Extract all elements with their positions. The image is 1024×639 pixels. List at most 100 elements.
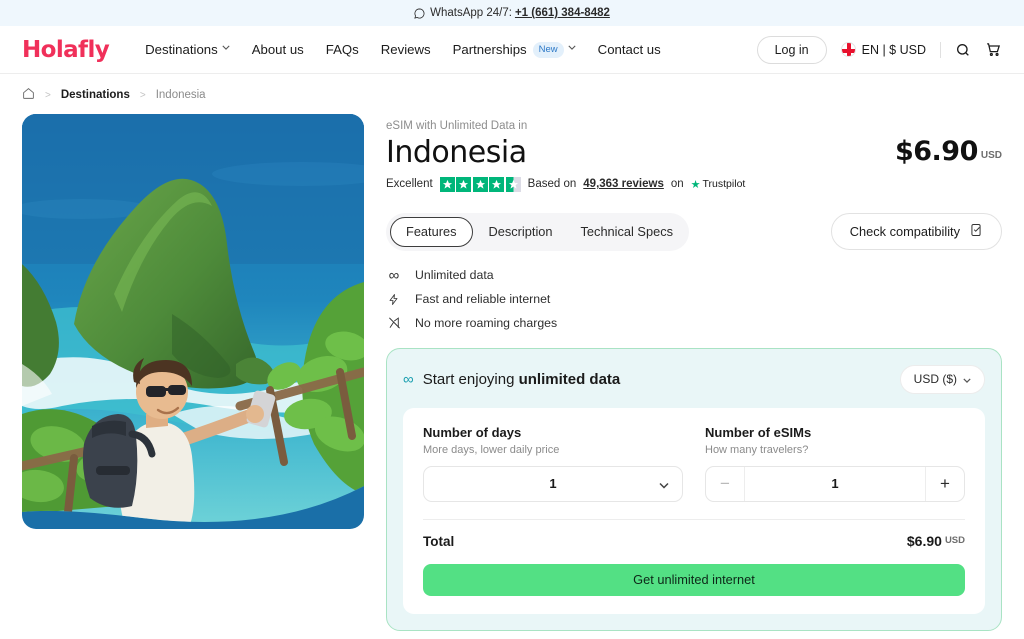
product-tabs: Features Description Technical Specs [386, 212, 690, 251]
chevron-down-icon [963, 372, 971, 386]
trustpilot-reviews-link[interactable]: 49,363 reviews [583, 178, 664, 190]
purchase-heading-bold: unlimited data [518, 370, 621, 388]
breadcrumb-item-destinations[interactable]: Destinations [61, 89, 130, 101]
check-compatibility-label: Check compatibility [849, 224, 960, 240]
main-navigation: Holafly Destinations About us FAQs Revie… [0, 26, 1024, 74]
feature-label: Unlimited data [415, 268, 494, 283]
breadcrumb-item-indonesia: Indonesia [155, 89, 206, 101]
trustpilot-rating-word: Excellent [386, 178, 433, 191]
uk-flag-icon [840, 42, 856, 57]
title-price-row: Indonesia $6.90 USD [386, 136, 1002, 170]
trustpilot-rating: Excellent Based on 49,363 reviews on ★ T… [386, 176, 1002, 192]
search-icon[interactable] [955, 42, 971, 58]
language-currency-selector[interactable]: EN | $ USD [840, 42, 926, 57]
breadcrumb-separator: > [45, 89, 51, 101]
chevron-down-icon [659, 476, 669, 491]
star-icon [439, 176, 455, 192]
esims-increase-button[interactable]: + [926, 467, 964, 501]
total-amount: $6.90 [906, 532, 942, 549]
nav-item-label: FAQs [325, 42, 359, 57]
tab-technical-specs[interactable]: Technical Specs [569, 218, 685, 246]
nav-item-partnerships[interactable]: Partnerships New [452, 41, 576, 58]
star-half-icon [505, 176, 521, 192]
number-of-days-field: Number of days More days, lower daily pr… [423, 425, 683, 502]
hero-illustration [22, 114, 364, 522]
total-label: Total [423, 533, 455, 549]
trustpilot-stars [439, 176, 521, 192]
purchase-card-header: ∞ Start enjoying unlimited data USD ($) [403, 364, 985, 394]
nav-item-label: Destinations [145, 42, 218, 57]
feature-label: Fast and reliable internet [415, 292, 551, 307]
feature-no-roaming: No more roaming charges [386, 316, 1002, 330]
nav-item-label: About us [251, 42, 304, 57]
product-eyebrow: eSIM with Unlimited Data in [386, 120, 528, 132]
esims-label: Number of eSIMs [705, 424, 812, 440]
nav-item-destinations[interactable]: Destinations [145, 42, 230, 57]
bolt-icon [386, 292, 402, 307]
total-row: Total $6.90 USD [423, 533, 965, 551]
hero-image [22, 114, 364, 529]
purchase-form: Number of days More days, lower daily pr… [403, 407, 985, 614]
whatsapp-topbar: WhatsApp 24/7: +1 (661) 384-8482 [0, 0, 1024, 26]
esims-decrease-button[interactable]: − [706, 467, 744, 501]
currency-select[interactable]: USD ($) [899, 364, 985, 394]
no-roaming-icon [386, 316, 402, 330]
days-select[interactable]: 1 [423, 465, 683, 502]
check-compatibility-button[interactable]: Check compatibility [830, 213, 1002, 251]
nav-item-label: Contact us [597, 42, 661, 57]
total-price: $6.90 USD [907, 533, 965, 551]
esims-sublabel: How many travelers? [705, 443, 809, 456]
product-main: eSIM with Unlimited Data in Indonesia $6… [0, 114, 1024, 631]
purchase-heading: ∞ Start enjoying unlimited data [403, 371, 620, 388]
get-unlimited-internet-button[interactable]: Get unlimited internet [423, 563, 965, 596]
trustpilot-based-on: Based on [527, 178, 577, 191]
holafly-logo[interactable]: Holafly [22, 37, 110, 63]
currency-select-value: USD ($) [913, 372, 957, 387]
nav-links: Destinations About us FAQs Reviews Partn… [145, 41, 661, 58]
trustpilot-brand[interactable]: ★ Trustpilot [691, 178, 746, 191]
total-currency: USD [944, 534, 965, 546]
page-title: Indonesia [386, 135, 527, 170]
star-icon [489, 176, 505, 192]
cart-icon[interactable] [985, 41, 1002, 58]
tab-features[interactable]: Features [390, 216, 473, 247]
feature-unlimited-data: ∞ Unlimited data [386, 268, 1002, 283]
nav-item-label: Partnerships [452, 42, 527, 57]
nav-right-actions: Log in EN | $ USD [756, 35, 1002, 64]
product-details-column: eSIM with Unlimited Data in Indonesia $6… [386, 114, 1002, 631]
star-icon [456, 176, 472, 192]
nav-item-faqs[interactable]: FAQs [326, 42, 359, 57]
whatsapp-phone-link[interactable]: +1 (661) 384-8482 [515, 7, 610, 19]
hero-column [22, 114, 364, 631]
feature-fast-internet: Fast and reliable internet [386, 292, 1002, 307]
price-amount: $6.90 [894, 136, 978, 167]
purchase-heading-prefix: Start enjoying [422, 370, 519, 388]
purchase-fields: Number of days More days, lower daily pr… [423, 425, 965, 502]
days-sublabel: More days, lower daily price [423, 443, 560, 456]
tab-description[interactable]: Description [477, 218, 565, 246]
chevron-down-icon [568, 45, 576, 53]
price-currency: USD [980, 150, 1002, 161]
form-divider [423, 518, 965, 520]
nav-item-label: Reviews [380, 42, 431, 57]
days-value: 1 [549, 476, 557, 492]
number-of-esims-field: Number of eSIMs How many travelers? − 1 … [705, 425, 965, 502]
feature-label: No more roaming charges [415, 315, 558, 330]
nav-item-contact-us[interactable]: Contact us [598, 42, 661, 57]
chevron-down-icon [222, 45, 230, 53]
tabs-row: Features Description Technical Specs Che… [386, 212, 1002, 251]
language-label: EN | $ USD [861, 42, 926, 57]
infinity-icon: ∞ [388, 266, 400, 284]
esims-stepper: − 1 + [705, 465, 965, 502]
nav-item-about-us[interactable]: About us [252, 42, 304, 57]
nav-item-reviews[interactable]: Reviews [381, 42, 431, 57]
purchase-card: ∞ Start enjoying unlimited data USD ($) … [386, 347, 1002, 631]
trustpilot-brand-label: Trustpilot [702, 178, 746, 191]
breadcrumb-separator: > [139, 89, 146, 101]
login-button[interactable]: Log in [756, 35, 827, 64]
infinity-icon: ∞ [403, 370, 414, 388]
whatsapp-icon [414, 8, 425, 19]
home-icon[interactable] [22, 87, 35, 103]
product-price: $6.90 USD [895, 136, 1002, 167]
star-icon [472, 176, 488, 192]
